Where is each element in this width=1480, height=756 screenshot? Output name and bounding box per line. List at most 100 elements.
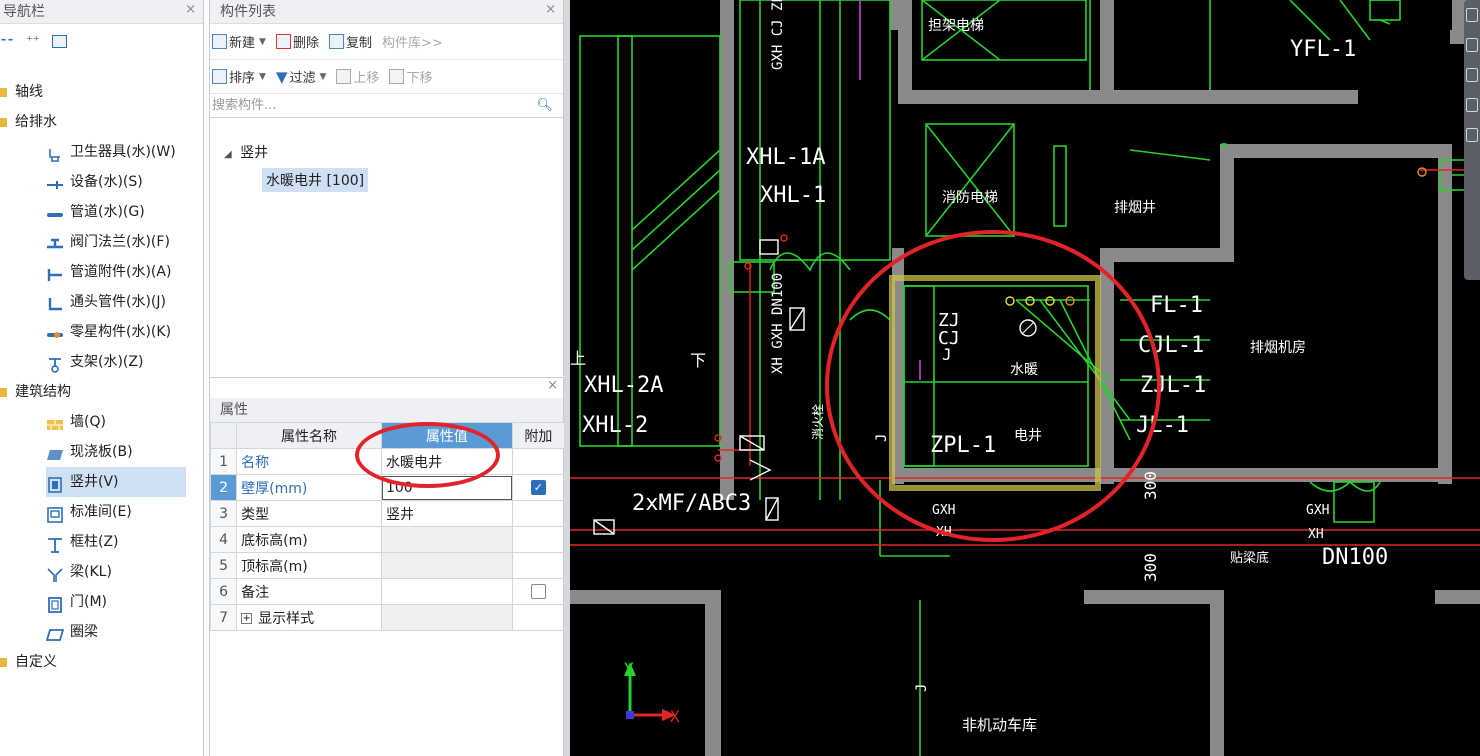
arrow-down-icon — [389, 69, 405, 84]
copy-button[interactable]: 复制 — [328, 32, 372, 51]
attach-checkbox-thickness[interactable]: ✓ — [530, 480, 546, 495]
shaft-symbols — [1005, 296, 1075, 337]
nav-item-pipe-fitting[interactable]: 通头管件(水)(J) — [46, 287, 166, 317]
view-toolstrip — [1464, 0, 1480, 280]
label-xhl1a: XHL-1A — [746, 145, 825, 170]
table-row[interactable]: 2 壁厚(mm) 100 ✓ — [209, 474, 566, 501]
filter-button[interactable]: ▼ 过滤 ▼ — [276, 67, 326, 87]
folder-icon — [0, 387, 7, 397]
folder-icon — [0, 117, 7, 127]
nav-item-valve[interactable]: 阀门法兰(水)(F) — [46, 227, 170, 257]
tree-node-shaft[interactable]: ◢ 竖井 — [224, 142, 268, 162]
view-cube-icon[interactable] — [1466, 68, 1478, 82]
copy-icon — [328, 34, 344, 49]
pipe-accessory-icon — [46, 264, 64, 281]
sort-button[interactable]: 排序 ▼ — [212, 67, 266, 86]
collapse-all-icon[interactable]: ⁃⁃ — [0, 33, 14, 49]
property-title: 属性 — [210, 398, 563, 422]
nav-item-shaft[interactable]: 竖井(V) — [46, 467, 186, 497]
label-xhl2: XHL-2 — [582, 413, 648, 438]
chevron-down-icon: ▼ — [259, 36, 266, 47]
property-close-icon[interactable]: × — [547, 378, 558, 393]
collapse-triangle-icon[interactable]: ◢ — [224, 149, 232, 160]
search-icon[interactable]: 🔍︎ — [536, 94, 553, 117]
top-elevation-value[interactable] — [380, 552, 513, 579]
nav-item-standard-room[interactable]: 标准间(E) — [46, 497, 132, 527]
label-down: 下 — [690, 351, 706, 370]
attach-checkbox-remark[interactable] — [530, 584, 546, 599]
move-down-button[interactable]: 下移 — [389, 67, 432, 86]
nav-item-custom[interactable]: 自定义 — [0, 647, 57, 677]
nav-close-icon[interactable]: × — [185, 0, 196, 22]
property-panel: × 属性 属性名称 属性值 附加 1 名称 水暖电井 2 壁厚(mm) 100 … — [209, 377, 566, 756]
nav-item-door[interactable]: 门(M) — [46, 587, 107, 617]
label-axis-y: Y — [624, 659, 634, 678]
library-button[interactable]: 构件库>> — [382, 32, 443, 51]
valve-icon — [46, 234, 64, 250]
label-vertical-5: J — [914, 684, 930, 692]
table-row[interactable]: 3 类型 竖井 — [209, 500, 566, 527]
layers-icon[interactable] — [1466, 128, 1478, 142]
bottom-elevation-value[interactable] — [380, 526, 513, 553]
nav-item-pipe-accessory[interactable]: 管道附件(水)(A) — [46, 257, 171, 287]
component-toolbar-2: 排序 ▼ ▼ 过滤 ▼ 上移 下移 — [210, 60, 563, 94]
tree-node-component[interactable]: 水暖电井 [100] — [262, 168, 369, 192]
misc-component-icon — [46, 324, 64, 340]
beam-icon — [46, 564, 64, 582]
label-smoke-room: 排烟机房 — [1250, 340, 1306, 356]
label-electric-shaft: 电井 — [1014, 428, 1042, 444]
label-extinguisher: 2xMF/ABC3 — [632, 491, 751, 516]
zoom-icon[interactable] — [1466, 8, 1478, 22]
remark-value[interactable] — [380, 578, 513, 605]
nav-item-wall[interactable]: 墙(Q) — [46, 407, 106, 437]
label-xh-2: XH — [1308, 527, 1324, 542]
column-icon — [46, 534, 64, 553]
cad-drawing: 担架电梯 消防电梯 排烟井 排烟机房 水暖 电井 非机动车库 贴梁底 YFL-1… — [570, 0, 1480, 756]
door-icon — [46, 594, 64, 613]
delete-button[interactable]: 删除 — [275, 32, 319, 51]
nav-item-pipe[interactable]: 管道(水)(G) — [46, 197, 145, 227]
name-value[interactable]: 水暖电井 — [380, 448, 513, 475]
nav-item-equipment[interactable]: 设备(水)(S) — [46, 167, 143, 197]
type-value[interactable]: 竖井 — [380, 500, 513, 527]
nav-item-misc[interactable]: 零星构件(水)(K) — [46, 317, 171, 347]
nav-toolbar: ⁃⁃ ⁺⁺ — [0, 24, 203, 58]
label-freight-elevator: 担架电梯 — [928, 18, 984, 34]
move-up-button[interactable]: 上移 — [336, 67, 379, 86]
new-button[interactable]: 新建 ▼ — [212, 32, 266, 51]
nav-item-beam[interactable]: 梁(KL) — [46, 557, 112, 587]
nav-item-column[interactable]: 框柱(Z) — [46, 527, 119, 557]
nav-item-plumbing[interactable]: 给排水 — [0, 107, 57, 137]
table-row[interactable]: 1 名称 水暖电井 — [209, 448, 566, 475]
cad-drawing-canvas[interactable]: 担架电梯 消防电梯 排烟井 排烟机房 水暖 电井 非机动车库 贴梁底 YFL-1… — [570, 0, 1480, 756]
sanitary-fixture-icon — [46, 144, 64, 162]
label-xhl2a: XHL-2A — [584, 373, 663, 398]
table-row[interactable]: 5 顶标高(m) — [209, 552, 566, 579]
nav-item-bracket[interactable]: 支架(水)(Z) — [46, 347, 143, 377]
expand-all-icon[interactable]: ⁺⁺ — [26, 34, 40, 49]
table-row[interactable]: 6 备注 — [209, 578, 566, 605]
header-extra: 附加 — [511, 422, 566, 449]
header-value: 属性值 — [380, 422, 513, 449]
nav-item-ring-beam[interactable]: 圈梁 — [45, 617, 98, 647]
nav-title: 导航栏 × — [0, 0, 203, 24]
property-table: 属性名称 属性值 附加 1 名称 水暖电井 2 壁厚(mm) 100 ✓ 3 类… — [209, 422, 566, 631]
nav-item-slab[interactable]: 现浇板(B) — [46, 437, 133, 467]
pan-icon[interactable] — [1466, 38, 1478, 52]
nav-item-sanitary[interactable]: 卫生器具(水)(W) — [46, 137, 176, 167]
label-j: J — [942, 345, 952, 364]
component-search-input[interactable]: 搜索构件... 🔍︎ — [210, 94, 563, 118]
edit-icon[interactable] — [51, 34, 67, 48]
expand-icon[interactable]: + — [241, 613, 253, 624]
nav-item-axis[interactable]: 轴线 — [0, 77, 43, 107]
table-row[interactable]: 7 + 显示样式 — [209, 604, 566, 631]
green-linework — [579, 0, 1401, 756]
table-row[interactable]: 4 底标高(m) — [209, 526, 566, 553]
label-vertical-3: 消火栓 — [810, 404, 825, 440]
label-dim-1: 300 — [1141, 471, 1160, 500]
wall-thickness-input[interactable]: 100 — [381, 475, 512, 500]
component-list-close-icon[interactable]: × — [545, 0, 556, 22]
orbit-icon[interactable] — [1466, 98, 1478, 112]
nav-item-structure[interactable]: 建筑结构 — [0, 377, 71, 407]
label-floor: 贴梁底 — [1230, 550, 1269, 566]
